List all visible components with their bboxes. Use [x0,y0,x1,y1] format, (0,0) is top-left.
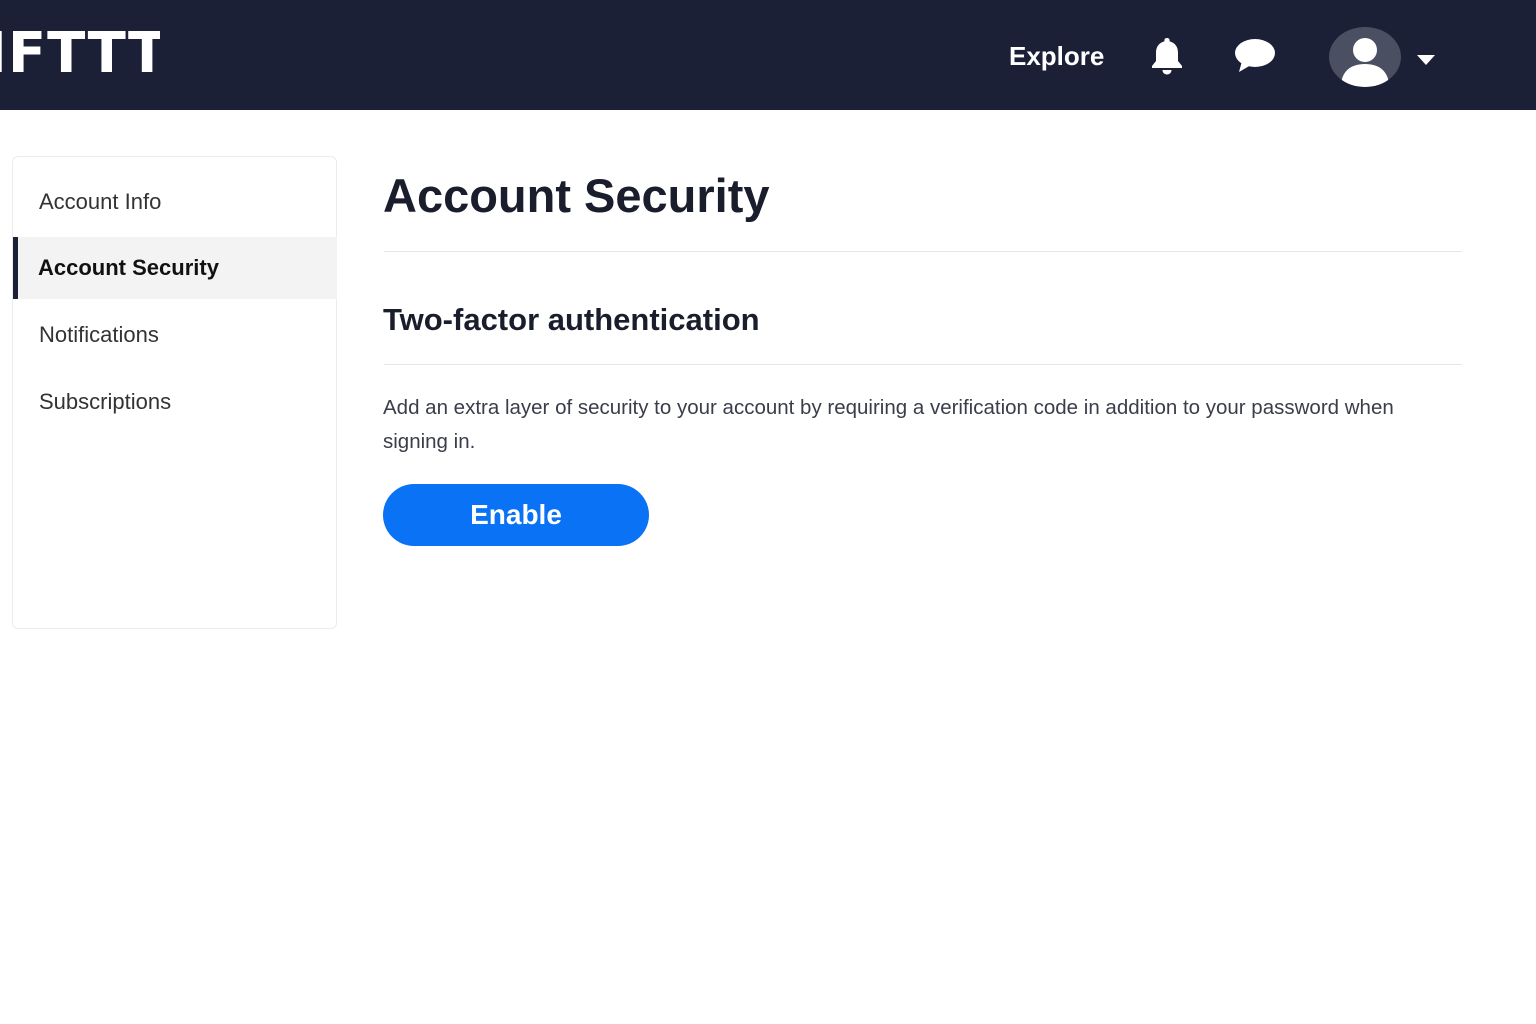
caret-down-icon[interactable] [1417,52,1435,65]
enable-2fa-button[interactable]: Enable [383,484,649,546]
settings-sidebar: Account Info Account Security Notificati… [12,156,337,629]
top-navigation-bar: IFTTT Explore [0,0,1536,110]
chat-bubble-icon[interactable] [1234,38,1276,74]
section-title: Two-factor authentication [383,302,760,337]
user-avatar-icon[interactable] [1329,27,1401,87]
explore-link[interactable]: Explore [1009,40,1104,72]
sidebar-item-account-security[interactable]: Account Security [13,237,337,299]
sidebar-item-notifications[interactable]: Notifications [13,304,337,366]
logo-text: IFTTT [0,28,160,80]
section-divider [384,364,1462,365]
sidebar-item-account-info[interactable]: Account Info [13,171,337,233]
sidebar-item-subscriptions[interactable]: Subscriptions [13,371,337,433]
ifttt-logo[interactable]: IFTTT [0,28,160,80]
bell-icon[interactable] [1150,36,1184,76]
page-title: Account Security [383,169,770,222]
section-description: Add an extra layer of security to your a… [383,396,1394,453]
title-divider [384,251,1462,252]
